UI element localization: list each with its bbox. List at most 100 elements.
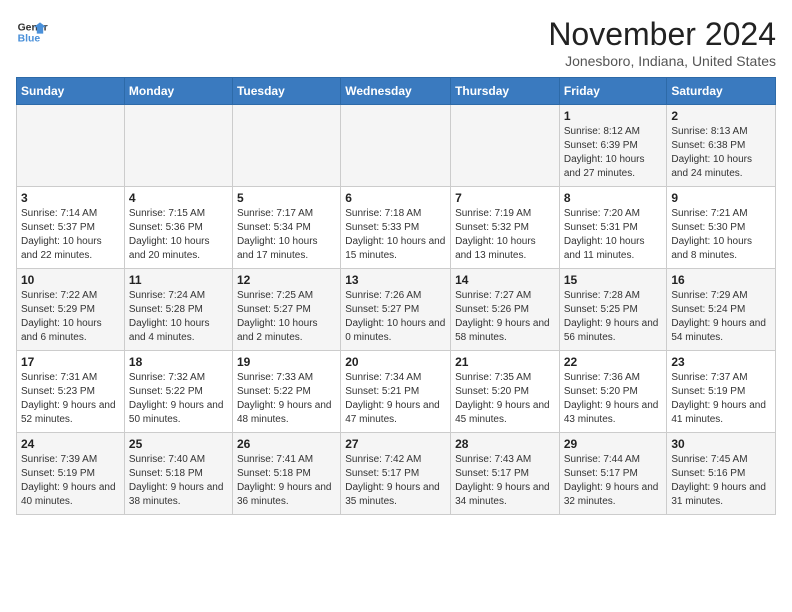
svg-text:General: General	[18, 22, 48, 33]
calendar-cell: 28Sunrise: 7:43 AM Sunset: 5:17 PM Dayli…	[451, 433, 560, 515]
logo: General Blue	[16, 16, 48, 48]
calendar-cell: 10Sunrise: 7:22 AM Sunset: 5:29 PM Dayli…	[17, 269, 125, 351]
weekday-header-monday: Monday	[124, 78, 232, 105]
calendar-cell	[124, 105, 232, 187]
day-info: Sunrise: 7:14 AM Sunset: 5:37 PM Dayligh…	[21, 207, 120, 263]
day-info: Sunrise: 7:36 AM Sunset: 5:20 PM Dayligh…	[564, 371, 663, 427]
calendar-cell: 30 Sunrise: 7:45 AM Sunset: 5:16 PM Dayli…	[667, 433, 776, 515]
calendar-cell: 2Sunrise: 8:13 AM Sunset: 6:38 PM Daylig…	[667, 105, 776, 187]
day-info: Sunrise: 8:12 AM Sunset: 6:39 PM Dayligh…	[564, 125, 663, 181]
day-info: Sunrise: 7:34 AM Sunset: 5:21 PM Dayligh…	[345, 371, 446, 427]
day-number: 18	[129, 355, 228, 369]
day-info: Sunrise: 7:15 AM Sunset: 5:36 PM Dayligh…	[129, 207, 228, 263]
calendar-cell: 13 Sunrise: 7:26 AM Sunset: 5:27 PM Dayli…	[341, 269, 451, 351]
calendar-cell: 1 Sunrise: 8:12 AM Sunset: 6:39 PM Daylig…	[559, 105, 667, 187]
calendar-cell: 5 Sunrise: 7:17 AM Sunset: 5:34 PM Daylig…	[232, 187, 340, 269]
day-number: 29	[564, 437, 663, 451]
title-section: November 2024 Jonesboro, Indiana, United…	[548, 16, 776, 69]
calendar-cell: 20 Sunrise: 7:34 AM Sunset: 5:21 PM Dayli…	[341, 351, 451, 433]
day-number: 9	[671, 191, 771, 205]
calendar-cell: 14Sunrise: 7:27 AM Sunset: 5:26 PM Dayli…	[451, 269, 560, 351]
day-info: Sunrise: 7:27 AM Sunset: 5:26 PM Dayligh…	[455, 289, 555, 345]
calendar-cell: 7Sunrise: 7:19 AM Sunset: 5:32 PM Daylig…	[451, 187, 560, 269]
weekday-header-wednesday: Wednesday	[341, 78, 451, 105]
day-number: 7	[455, 191, 555, 205]
calendar-cell: 17 Sunrise: 7:31 AM Sunset: 5:23 PM Dayli…	[17, 351, 125, 433]
day-info: Sunrise: 7:25 AM Sunset: 5:27 PM Dayligh…	[237, 289, 336, 345]
day-number: 11	[129, 273, 228, 287]
calendar-week-1: 1 Sunrise: 8:12 AM Sunset: 6:39 PM Daylig…	[17, 105, 776, 187]
day-number: 15	[564, 273, 663, 287]
calendar-cell: 6Sunrise: 7:18 AM Sunset: 5:33 PM Daylig…	[341, 187, 451, 269]
day-number: 19	[237, 355, 336, 369]
calendar-cell: 26 Sunrise: 7:41 AM Sunset: 5:18 PM Dayli…	[232, 433, 340, 515]
day-number: 16	[671, 273, 771, 287]
svg-text:Blue: Blue	[18, 34, 41, 45]
calendar-week-3: 10Sunrise: 7:22 AM Sunset: 5:29 PM Dayli…	[17, 269, 776, 351]
weekday-header-thursday: Thursday	[451, 78, 560, 105]
day-number: 17	[21, 355, 120, 369]
calendar-cell: 4 Sunrise: 7:15 AM Sunset: 5:36 PM Daylig…	[124, 187, 232, 269]
day-number: 21	[455, 355, 555, 369]
calendar-cell	[17, 105, 125, 187]
weekday-header-friday: Friday	[559, 78, 667, 105]
calendar-cell	[232, 105, 340, 187]
logo-icon: General Blue	[16, 16, 48, 48]
calendar-table: SundayMondayTuesdayWednesdayThursdayFrid…	[16, 77, 776, 515]
calendar-cell: 22 Sunrise: 7:36 AM Sunset: 5:20 PM Dayli…	[559, 351, 667, 433]
day-info: Sunrise: 7:41 AM Sunset: 5:18 PM Dayligh…	[237, 453, 336, 509]
calendar-cell: 29Sunrise: 7:44 AM Sunset: 5:17 PM Dayli…	[559, 433, 667, 515]
weekday-header-tuesday: Tuesday	[232, 78, 340, 105]
day-info: Sunrise: 7:45 AM Sunset: 5:16 PM Dayligh…	[671, 453, 771, 509]
day-info: Sunrise: 7:37 AM Sunset: 5:19 PM Dayligh…	[671, 371, 771, 427]
calendar-week-4: 17 Sunrise: 7:31 AM Sunset: 5:23 PM Dayli…	[17, 351, 776, 433]
weekday-header-row: SundayMondayTuesdayWednesdayThursdayFrid…	[17, 78, 776, 105]
day-info: Sunrise: 7:26 AM Sunset: 5:27 PM Dayligh…	[345, 289, 446, 345]
calendar-cell	[341, 105, 451, 187]
calendar-cell: 12Sunrise: 7:25 AM Sunset: 5:27 PM Dayli…	[232, 269, 340, 351]
calendar-cell: 15 Sunrise: 7:28 AM Sunset: 5:25 PM Dayli…	[559, 269, 667, 351]
day-number: 26	[237, 437, 336, 451]
day-info: Sunrise: 7:17 AM Sunset: 5:34 PM Dayligh…	[237, 207, 336, 263]
day-number: 25	[129, 437, 228, 451]
month-title: November 2024	[548, 16, 776, 53]
day-number: 1	[564, 109, 663, 123]
day-number: 28	[455, 437, 555, 451]
day-info: Sunrise: 7:40 AM Sunset: 5:18 PM Dayligh…	[129, 453, 228, 509]
day-info: Sunrise: 7:35 AM Sunset: 5:20 PM Dayligh…	[455, 371, 555, 427]
calendar-cell: 23 Sunrise: 7:37 AM Sunset: 5:19 PM Dayli…	[667, 351, 776, 433]
calendar-cell	[451, 105, 560, 187]
day-info: Sunrise: 7:22 AM Sunset: 5:29 PM Dayligh…	[21, 289, 120, 345]
calendar-cell: 8 Sunrise: 7:20 AM Sunset: 5:31 PM Daylig…	[559, 187, 667, 269]
day-number: 8	[564, 191, 663, 205]
day-info: Sunrise: 7:32 AM Sunset: 5:22 PM Dayligh…	[129, 371, 228, 427]
calendar-week-5: 24 Sunrise: 7:39 AM Sunset: 5:19 PM Dayli…	[17, 433, 776, 515]
calendar-cell: 19 Sunrise: 7:33 AM Sunset: 5:22 PM Dayli…	[232, 351, 340, 433]
calendar-cell: 9Sunrise: 7:21 AM Sunset: 5:30 PM Daylig…	[667, 187, 776, 269]
calendar-cell: 11 Sunrise: 7:24 AM Sunset: 5:28 PM Dayli…	[124, 269, 232, 351]
calendar-week-2: 3Sunrise: 7:14 AM Sunset: 5:37 PM Daylig…	[17, 187, 776, 269]
day-number: 6	[345, 191, 446, 205]
calendar-cell: 25 Sunrise: 7:40 AM Sunset: 5:18 PM Dayli…	[124, 433, 232, 515]
day-number: 2	[671, 109, 771, 123]
day-info: Sunrise: 7:20 AM Sunset: 5:31 PM Dayligh…	[564, 207, 663, 263]
location: Jonesboro, Indiana, United States	[548, 53, 776, 69]
day-info: Sunrise: 7:28 AM Sunset: 5:25 PM Dayligh…	[564, 289, 663, 345]
day-number: 30	[671, 437, 771, 451]
day-info: Sunrise: 7:24 AM Sunset: 5:28 PM Dayligh…	[129, 289, 228, 345]
day-info: Sunrise: 7:33 AM Sunset: 5:22 PM Dayligh…	[237, 371, 336, 427]
day-number: 22	[564, 355, 663, 369]
day-number: 24	[21, 437, 120, 451]
day-number: 13	[345, 273, 446, 287]
day-number: 5	[237, 191, 336, 205]
calendar-cell: 27Sunrise: 7:42 AM Sunset: 5:17 PM Dayli…	[341, 433, 451, 515]
calendar-cell: 3Sunrise: 7:14 AM Sunset: 5:37 PM Daylig…	[17, 187, 125, 269]
header: General Blue November 2024 Jonesboro, In…	[16, 16, 776, 69]
day-number: 20	[345, 355, 446, 369]
day-info: Sunrise: 7:39 AM Sunset: 5:19 PM Dayligh…	[21, 453, 120, 509]
calendar-cell: 18 Sunrise: 7:32 AM Sunset: 5:22 PM Dayli…	[124, 351, 232, 433]
day-info: Sunrise: 7:31 AM Sunset: 5:23 PM Dayligh…	[21, 371, 120, 427]
day-number: 4	[129, 191, 228, 205]
calendar-cell: 24 Sunrise: 7:39 AM Sunset: 5:19 PM Dayli…	[17, 433, 125, 515]
day-number: 23	[671, 355, 771, 369]
